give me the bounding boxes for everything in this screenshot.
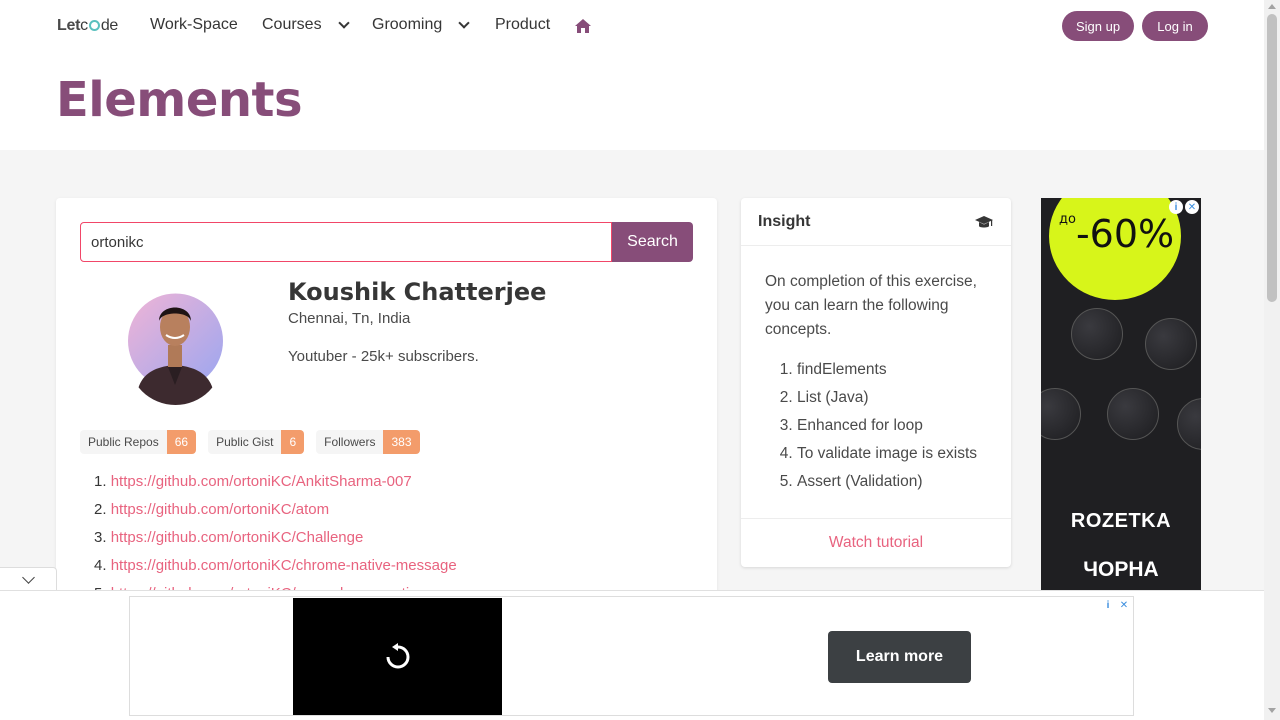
public-gist-tag: Public Gist 6 xyxy=(208,430,305,454)
home-icon[interactable] xyxy=(574,18,592,34)
followers-tag: Followers 383 xyxy=(316,430,420,454)
ad-video[interactable] xyxy=(293,598,502,715)
repo-link[interactable]: https://github.com/ortoniKC/AnkitSharma-… xyxy=(111,473,412,490)
ad-controls: i ✕ xyxy=(1169,200,1199,214)
hero-section: Elements xyxy=(0,52,1264,150)
tag-value: 383 xyxy=(383,430,420,454)
nav-workspace[interactable]: Work-Space xyxy=(150,16,238,34)
stats-tags: Public Repos 66 Public Gist 6 Followers 383 xyxy=(80,430,420,454)
tag-label: Followers xyxy=(316,430,384,454)
login-button[interactable]: Log in xyxy=(1142,11,1208,41)
nav-workspace-label: Work-Space xyxy=(150,16,238,33)
logo-o-icon xyxy=(88,20,100,31)
info-icon[interactable]: i xyxy=(1169,200,1183,214)
ad-controls: i ✕ xyxy=(1101,598,1131,612)
replay-icon[interactable] xyxy=(383,641,413,673)
promo-prefix: до xyxy=(1059,212,1076,227)
info-icon[interactable]: i xyxy=(1101,598,1115,612)
logo-text-right: de xyxy=(100,17,119,34)
list-item: 2. https://github.com/ortoniKC/atom xyxy=(94,498,457,526)
list-number: 4. xyxy=(94,557,107,574)
list-number: 2. xyxy=(94,501,107,518)
concept-item: Enhanced for loop xyxy=(797,414,987,442)
list-item: 4. https://github.com/ortoniKC/chrome-na… xyxy=(94,554,457,582)
page-title: Elements xyxy=(56,72,303,128)
tag-value: 6 xyxy=(281,430,305,454)
profile-card: ortonikc Search Koushik Chatterjee Chenn… xyxy=(56,198,717,602)
logo-c: c xyxy=(80,17,88,34)
concept-item: findElements xyxy=(797,358,987,386)
graduation-cap-icon xyxy=(975,215,993,227)
chevron-down-icon xyxy=(337,16,350,29)
watch-tutorial-link[interactable]: Watch tutorial xyxy=(741,518,1011,567)
close-icon[interactable]: ✕ xyxy=(1185,200,1199,214)
nav-product-label: Product xyxy=(495,16,551,33)
tag-label: Public Repos xyxy=(80,430,167,454)
chevron-down-icon xyxy=(458,16,470,29)
insight-title: Insight xyxy=(758,212,811,230)
profile-location: Chennai, Tn, India xyxy=(288,310,411,327)
learn-more-button[interactable]: Learn more xyxy=(828,631,971,683)
scroll-down-icon[interactable] xyxy=(1268,708,1276,713)
tag-label: Public Gist xyxy=(208,430,282,454)
list-number: 1. xyxy=(94,473,107,490)
nav-courses[interactable]: Courses xyxy=(262,16,350,34)
repo-link[interactable]: https://github.com/ortoniKC/Challenge xyxy=(111,529,364,546)
promo-text: до-60% xyxy=(1059,212,1174,256)
page-scrollbar[interactable] xyxy=(1264,0,1280,720)
side-advertisement[interactable]: до-60% i ✕ ROZETKA ЧОРНА xyxy=(1041,198,1201,590)
profile-bio: Youtuber - 25k+ subscribers. xyxy=(288,348,479,365)
logo[interactable]: Letc de xyxy=(57,17,118,35)
insight-header: Insight xyxy=(741,198,1011,246)
brand-name: ROZETKA xyxy=(1070,510,1172,532)
scrollbar-thumb[interactable] xyxy=(1267,14,1277,302)
list-item: 1. https://github.com/ortoniKC/AnkitShar… xyxy=(94,470,457,498)
concept-item: Assert (Validation) xyxy=(797,470,987,498)
avatar xyxy=(128,285,223,405)
logo-text-left: Let xyxy=(57,17,81,34)
bubble-graphic xyxy=(1071,308,1123,360)
concept-list: findElements List (Java) Enhanced for lo… xyxy=(765,358,987,498)
scroll-up-icon[interactable] xyxy=(1268,4,1276,9)
list-item: 3. https://github.com/ortoniKC/Challenge xyxy=(94,526,457,554)
concept-item: List (Java) xyxy=(797,386,987,414)
repo-list: 1. https://github.com/ortoniKC/AnkitShar… xyxy=(94,470,457,610)
concept-item: To validate image is exists xyxy=(797,442,987,470)
public-repos-tag: Public Repos 66 xyxy=(80,430,197,454)
bubble-graphic xyxy=(1107,388,1159,440)
navbar: Letc de Work-Space Courses Grooming Produ… xyxy=(0,0,1264,52)
collapse-ad-button[interactable] xyxy=(0,567,57,591)
insight-intro: On completion of this exercise, you can … xyxy=(765,273,977,338)
signup-button[interactable]: Sign up xyxy=(1062,11,1134,41)
tag-value: 66 xyxy=(166,430,197,454)
bubble-graphic xyxy=(1041,388,1081,440)
list-number: 3. xyxy=(94,529,107,546)
ad-tagline: ЧОРНА xyxy=(1083,558,1159,581)
search-input[interactable]: ortonikc xyxy=(80,222,612,262)
bubble-graphic xyxy=(1177,398,1201,450)
profile-name: Koushik Chatterjee xyxy=(288,278,547,306)
repo-link[interactable]: https://github.com/ortoniKC/chrome-nativ… xyxy=(111,557,457,574)
chevron-down-icon xyxy=(21,570,35,584)
bubble-graphic xyxy=(1145,318,1197,370)
nav-grooming-label: Grooming xyxy=(372,16,443,33)
close-icon[interactable]: ✕ xyxy=(1117,598,1131,612)
repo-link[interactable]: https://github.com/ortoniKC/atom xyxy=(111,501,329,518)
nav-courses-label: Courses xyxy=(262,16,322,33)
insight-card: Insight On completion of this exercise, … xyxy=(741,198,1011,567)
search-button[interactable]: Search xyxy=(612,222,693,262)
insight-body: On completion of this exercise, you can … xyxy=(741,246,1011,522)
bottom-advertisement[interactable]: Learn more i ✕ xyxy=(129,596,1134,716)
promo-discount: -60% xyxy=(1075,212,1175,256)
nav-grooming[interactable]: Grooming xyxy=(372,16,470,34)
nav-product[interactable]: Product xyxy=(495,16,550,34)
